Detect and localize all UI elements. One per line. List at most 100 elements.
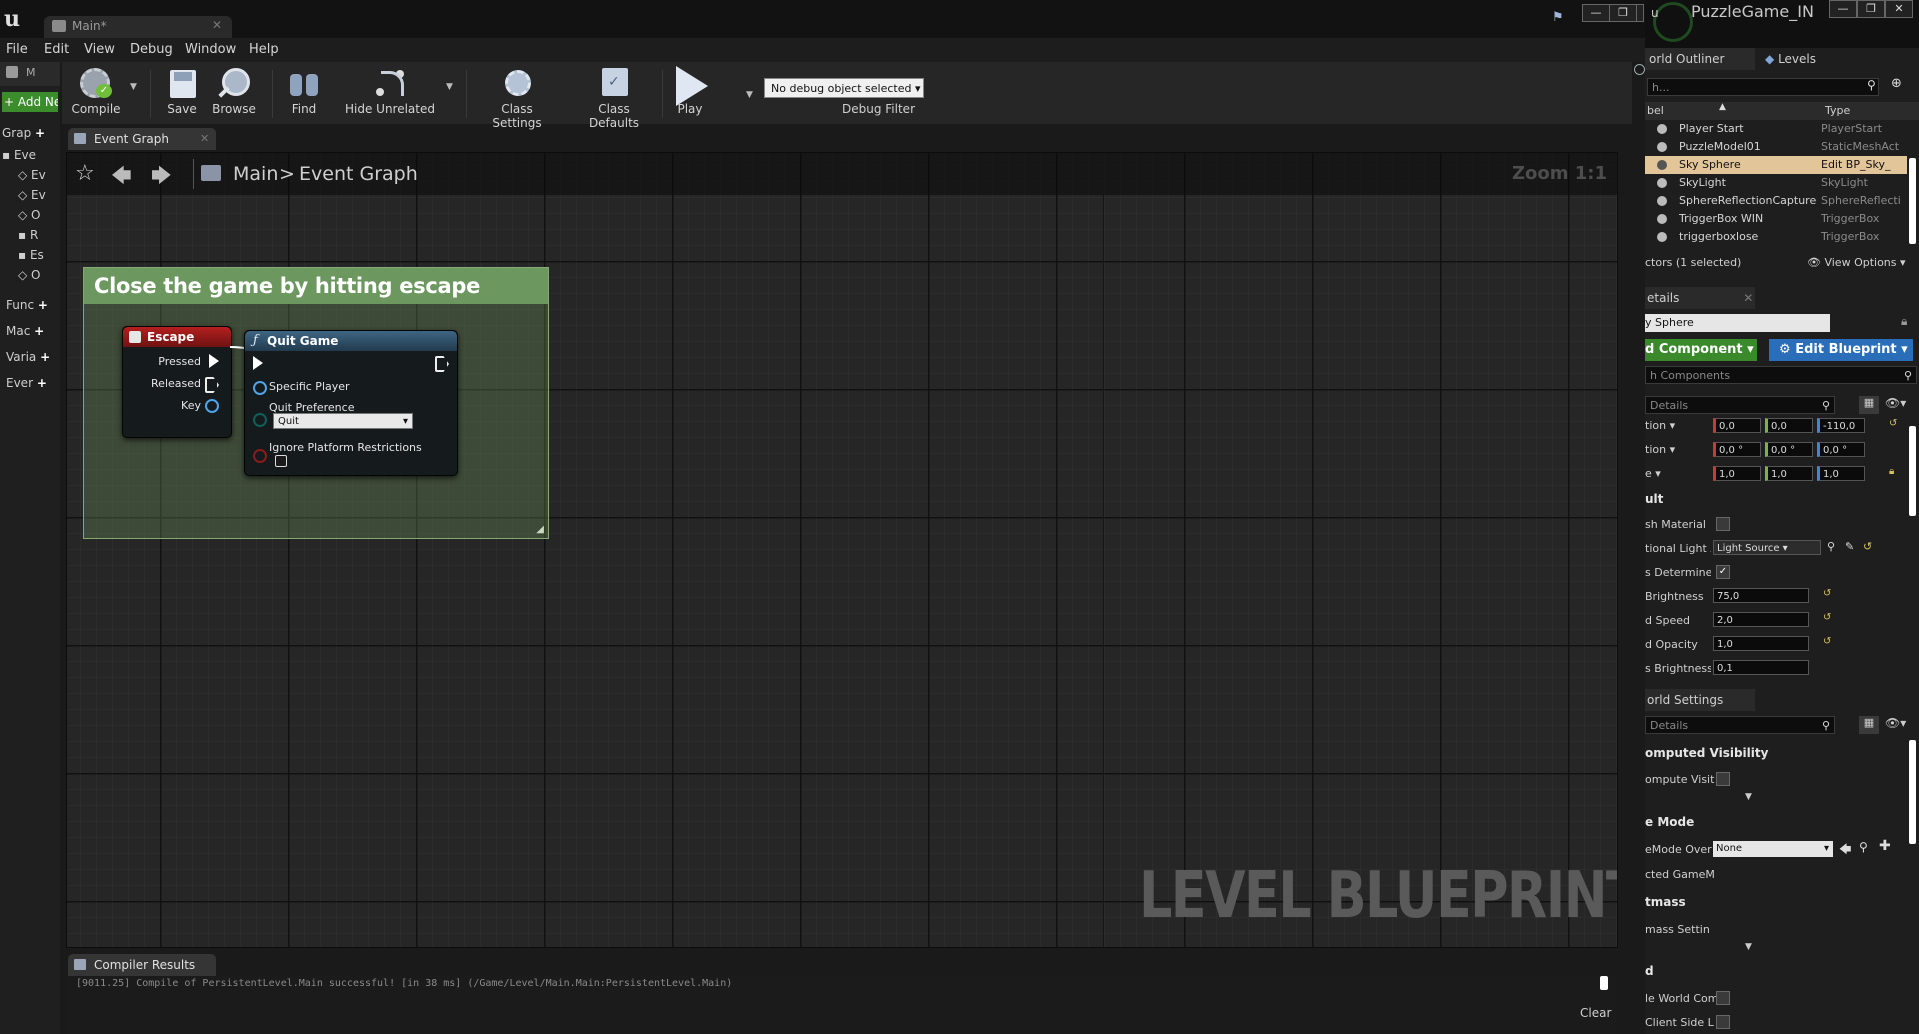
notification-icon[interactable]: ⚑ <box>1552 10 1566 25</box>
client-side-checkbox[interactable] <box>1716 1015 1730 1029</box>
browse-icon[interactable]: ⚲ <box>1827 540 1835 553</box>
minimize-button[interactable]: — <box>1582 4 1610 22</box>
world-search-details-input[interactable]: Details ⚲ <box>1645 716 1835 734</box>
maximize-button[interactable]: ❐ <box>1609 4 1637 22</box>
play-button[interactable]: Play <box>668 64 712 116</box>
breadcrumb-root[interactable]: Main <box>233 163 278 185</box>
view-options-button[interactable]: 👁 View Options ▾ <box>1807 256 1906 269</box>
find-button[interactable]: Find <box>284 64 324 116</box>
tab-event-graph[interactable]: Event Graph ✕ <box>68 128 216 150</box>
clear-button[interactable]: Clear <box>1580 1006 1611 1020</box>
gamemode-override-select[interactable]: None ▾ <box>1713 841 1833 857</box>
close-tab-icon[interactable]: ✕ <box>212 18 222 32</box>
rp-maximize-button[interactable]: ❐ <box>1857 0 1885 18</box>
menu-window[interactable]: Window <box>185 42 236 57</box>
save-button[interactable]: Save <box>162 64 202 116</box>
actor-name-field[interactable]: y Sphere <box>1645 314 1830 332</box>
event-item-2[interactable]: ◇ Ev <box>18 188 46 202</box>
event-item-6[interactable]: ◇ O <box>18 268 41 282</box>
pressed-exec-pin[interactable] <box>209 354 219 368</box>
game-mode-header[interactable]: e Mode <box>1645 815 1694 829</box>
world-settings-scrollbar[interactable] <box>1909 740 1916 844</box>
reset-arrow-icon[interactable]: ↺ <box>1823 588 1831 599</box>
property-checkbox[interactable]: ✓ <box>1716 565 1730 579</box>
transform-value-field[interactable]: 0,0 <box>1765 418 1813 433</box>
transform-value-field[interactable]: 1,0 <box>1817 466 1865 481</box>
escape-key-node[interactable]: Escape Pressed Released Key <box>122 326 232 438</box>
property-number-field[interactable]: 2,0 <box>1713 612 1809 627</box>
search-details-input[interactable]: Details ⚲ <box>1645 396 1835 414</box>
world-header[interactable]: d <box>1645 964 1654 978</box>
column-label[interactable]: bel <box>1647 104 1664 117</box>
world-property-matrix-icon[interactable]: ▦ <box>1859 716 1879 734</box>
key-struct-pin[interactable] <box>205 399 219 413</box>
event-item-3[interactable]: ◇ O <box>18 208 41 222</box>
actor-row[interactable]: triggerboxlose TriggerBox <box>1645 228 1907 246</box>
tab-world-outliner[interactable]: orld Outliner <box>1645 48 1755 70</box>
my-blueprint-tab[interactable]: M <box>0 62 60 86</box>
precompute-visibility-checkbox[interactable] <box>1716 772 1730 786</box>
tab-compiler-results[interactable]: Compiler Results <box>68 954 216 976</box>
actor-row[interactable]: PuzzleModel01 StaticMeshAct <box>1645 138 1907 156</box>
quit-exec-out-pin[interactable] <box>435 356 449 372</box>
add-gamemode-icon[interactable]: ✚ <box>1879 838 1891 854</box>
close-button[interactable] <box>1636 4 1644 22</box>
macros-section[interactable]: Mac + <box>6 324 44 338</box>
scale-lock-icon[interactable]: 🔒︎ <box>1889 466 1894 477</box>
comment-box[interactable]: Close the game by hitting escape ◢ Escap… <box>83 267 549 539</box>
property-checkbox[interactable] <box>1716 517 1730 531</box>
transform-value-field[interactable]: 0,0 ° <box>1765 442 1813 457</box>
transform-value-field[interactable]: -110,0 <box>1817 418 1865 433</box>
ignore-platform-checkbox[interactable] <box>275 455 287 467</box>
actor-row[interactable]: SkyLight SkyLight <box>1645 174 1907 192</box>
menu-debug[interactable]: Debug <box>130 42 173 57</box>
outliner-scrollbar[interactable] <box>1909 158 1916 244</box>
hide-unrelated-button[interactable]: Hide Unrelated <box>342 64 438 116</box>
transform-value-field[interactable]: 1,0 <box>1713 466 1761 481</box>
play-options-chevron-icon[interactable]: ▼ <box>746 90 753 100</box>
transform-value-field[interactable]: 0,0 <box>1713 418 1761 433</box>
favorite-star-icon[interactable]: ☆ <box>75 161 95 186</box>
hide-unrelated-chevron-icon[interactable]: ▼ <box>446 82 453 92</box>
event-dispatchers-section[interactable]: Ever + <box>6 376 47 390</box>
class-defaults-button[interactable]: ✓ Class Defaults <box>572 64 656 130</box>
reset-arrow-icon[interactable]: ↺ <box>1889 418 1897 429</box>
compiler-log-scrollbar[interactable] <box>1600 976 1608 990</box>
transform-label[interactable]: tion ▾ <box>1645 443 1675 456</box>
transform-label[interactable]: tion ▾ <box>1645 419 1675 432</box>
add-component-button[interactable]: d Component ▾ <box>1645 339 1757 361</box>
menu-view[interactable]: View <box>84 42 115 57</box>
actor-row[interactable]: Player Start PlayerStart <box>1645 120 1907 138</box>
close-details-icon[interactable]: ✕ <box>1743 291 1753 305</box>
property-number-field[interactable]: 0,1 <box>1713 660 1809 675</box>
actor-row[interactable]: SphereReflectionCapture SphereReflecti <box>1645 192 1907 210</box>
compile-button[interactable]: ✓ Compile <box>68 64 124 116</box>
expand-arrow-icon[interactable]: ▼ <box>1745 942 1752 952</box>
lightmass-header[interactable]: tmass <box>1645 895 1686 909</box>
quit-preference-select[interactable]: Quit ▾ <box>273 413 413 429</box>
menu-edit[interactable]: Edit <box>44 42 69 57</box>
class-settings-button[interactable]: Class Settings <box>476 64 558 130</box>
actor-row[interactable]: Sky Sphere Edit BP_Sky_ <box>1645 156 1907 174</box>
released-exec-pin[interactable] <box>205 377 219 393</box>
reset-arrow-icon[interactable]: ↺ <box>1823 636 1831 647</box>
menu-file[interactable]: File <box>6 42 28 57</box>
details-scrollbar[interactable] <box>1909 426 1916 516</box>
world-visibility-eye-icon[interactable]: 👁▾ <box>1885 716 1906 730</box>
quit-preference-pin[interactable] <box>253 413 267 427</box>
precomputed-visibility-header[interactable]: omputed Visibility <box>1645 746 1768 760</box>
property-number-field[interactable]: 75,0 <box>1713 588 1809 603</box>
event-item-1[interactable]: ◇ Ev <box>18 168 46 182</box>
tab-world-settings[interactable]: orld Settings <box>1645 689 1755 711</box>
column-type[interactable]: Type <box>1825 104 1850 117</box>
reset-arrow-icon[interactable]: ↺ <box>1823 612 1831 623</box>
expand-arrow-icon[interactable]: ▼ <box>1745 792 1752 802</box>
menu-help[interactable]: Help <box>249 42 279 57</box>
default-section-header[interactable]: ult <box>1645 492 1663 506</box>
event-graph-canvas[interactable]: ☆ 🡄 🡆 Main > Event Graph Zoom 1:1 Close … <box>66 152 1618 948</box>
close-graph-tab-icon[interactable]: ✕ <box>200 132 209 145</box>
lock-icon[interactable]: 🔒︎ <box>1901 314 1907 329</box>
graphs-section[interactable]: Grap + <box>2 126 45 140</box>
compile-options-chevron-icon[interactable]: ▼ <box>130 82 137 92</box>
variables-section[interactable]: Varia + <box>6 350 50 364</box>
